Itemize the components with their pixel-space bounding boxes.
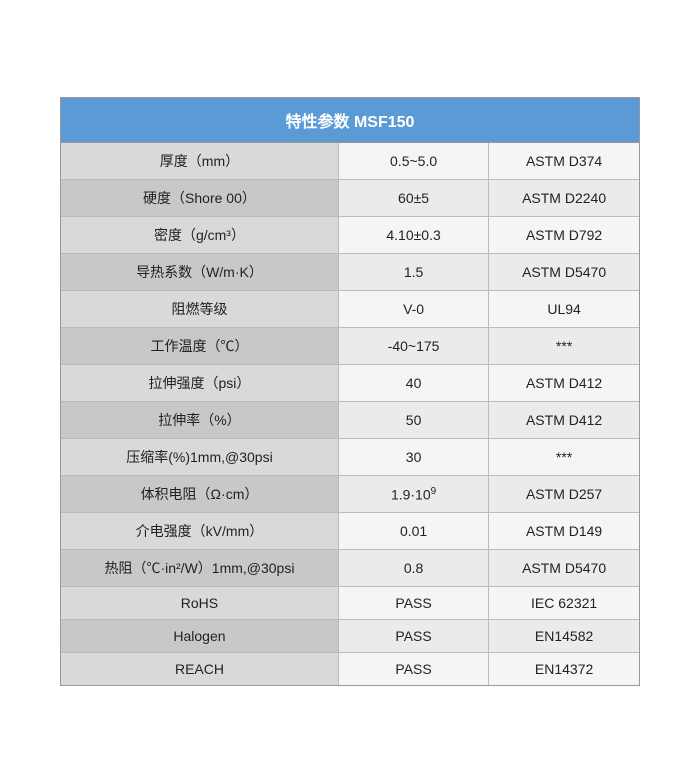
property-cell: 体积电阻（Ω·cm） bbox=[61, 476, 338, 513]
property-cell: 厚度（mm） bbox=[61, 143, 338, 180]
table-row: 热阻（℃·in²/W）1mm,@30psi0.8ASTM D5470 bbox=[61, 550, 639, 587]
table-row: 拉伸强度（psi）40ASTM D412 bbox=[61, 365, 639, 402]
value-cell: 1.5 bbox=[338, 254, 488, 291]
property-cell: 热阻（℃·in²/W）1mm,@30psi bbox=[61, 550, 338, 587]
property-cell: 压缩率(%)1mm,@30psi bbox=[61, 439, 338, 476]
standard-cell: *** bbox=[489, 328, 639, 365]
table-row: 介电强度（kV/mm）0.01ASTM D149 bbox=[61, 513, 639, 550]
standard-cell: ASTM D257 bbox=[489, 476, 639, 513]
table-row: 密度（g/cm³）4.10±0.3ASTM D792 bbox=[61, 217, 639, 254]
standard-cell: ASTM D2240 bbox=[489, 180, 639, 217]
table-row: 厚度（mm）0.5~5.0ASTM D374 bbox=[61, 143, 639, 180]
value-cell: 0.5~5.0 bbox=[338, 143, 488, 180]
standard-cell: *** bbox=[489, 439, 639, 476]
property-cell: 工作温度（℃） bbox=[61, 328, 338, 365]
standard-cell: ASTM D792 bbox=[489, 217, 639, 254]
standard-cell: IEC 62321 bbox=[489, 587, 639, 620]
property-cell: REACH bbox=[61, 653, 338, 686]
standard-cell: UL94 bbox=[489, 291, 639, 328]
value-cell: 60±5 bbox=[338, 180, 488, 217]
property-cell: 导热系数（W/m·K） bbox=[61, 254, 338, 291]
property-cell: 介电强度（kV/mm） bbox=[61, 513, 338, 550]
table-row: 阻燃等级V-0UL94 bbox=[61, 291, 639, 328]
value-cell: 1.9·109 bbox=[338, 476, 488, 513]
standard-cell: ASTM D5470 bbox=[489, 254, 639, 291]
standard-cell: EN14582 bbox=[489, 620, 639, 653]
value-cell: PASS bbox=[338, 653, 488, 686]
table-row: 体积电阻（Ω·cm）1.9·109ASTM D257 bbox=[61, 476, 639, 513]
property-cell: Halogen bbox=[61, 620, 338, 653]
value-cell: 0.01 bbox=[338, 513, 488, 550]
table-row: 工作温度（℃）-40~175*** bbox=[61, 328, 639, 365]
table-row: RoHSPASSIEC 62321 bbox=[61, 587, 639, 620]
table-row: 拉伸率（%）50ASTM D412 bbox=[61, 402, 639, 439]
table-row: REACHPASSEN14372 bbox=[61, 653, 639, 686]
table-row: 硬度（Shore 00）60±5ASTM D2240 bbox=[61, 180, 639, 217]
property-cell: 硬度（Shore 00） bbox=[61, 180, 338, 217]
value-cell: 4.10±0.3 bbox=[338, 217, 488, 254]
value-cell: V-0 bbox=[338, 291, 488, 328]
standard-cell: EN14372 bbox=[489, 653, 639, 686]
property-cell: 密度（g/cm³） bbox=[61, 217, 338, 254]
table-row: HalogenPASSEN14582 bbox=[61, 620, 639, 653]
value-cell: -40~175 bbox=[338, 328, 488, 365]
value-cell: PASS bbox=[338, 587, 488, 620]
property-cell: RoHS bbox=[61, 587, 338, 620]
property-cell: 拉伸强度（psi） bbox=[61, 365, 338, 402]
value-cell: 30 bbox=[338, 439, 488, 476]
standard-cell: ASTM D412 bbox=[489, 365, 639, 402]
value-cell: 0.8 bbox=[338, 550, 488, 587]
spec-table: 厚度（mm）0.5~5.0ASTM D374硬度（Shore 00）60±5AS… bbox=[61, 143, 639, 685]
value-cell: 40 bbox=[338, 365, 488, 402]
property-cell: 阻燃等级 bbox=[61, 291, 338, 328]
table-row: 导热系数（W/m·K）1.5ASTM D5470 bbox=[61, 254, 639, 291]
property-cell: 拉伸率（%） bbox=[61, 402, 338, 439]
standard-cell: ASTM D412 bbox=[489, 402, 639, 439]
value-cell: PASS bbox=[338, 620, 488, 653]
table-row: 压缩率(%)1mm,@30psi30*** bbox=[61, 439, 639, 476]
standard-cell: ASTM D149 bbox=[489, 513, 639, 550]
standard-cell: ASTM D374 bbox=[489, 143, 639, 180]
spec-table-container: 特性参数 MSF150 厚度（mm）0.5~5.0ASTM D374硬度（Sho… bbox=[60, 97, 640, 686]
value-cell: 50 bbox=[338, 402, 488, 439]
standard-cell: ASTM D5470 bbox=[489, 550, 639, 587]
table-header: 特性参数 MSF150 bbox=[61, 98, 639, 143]
